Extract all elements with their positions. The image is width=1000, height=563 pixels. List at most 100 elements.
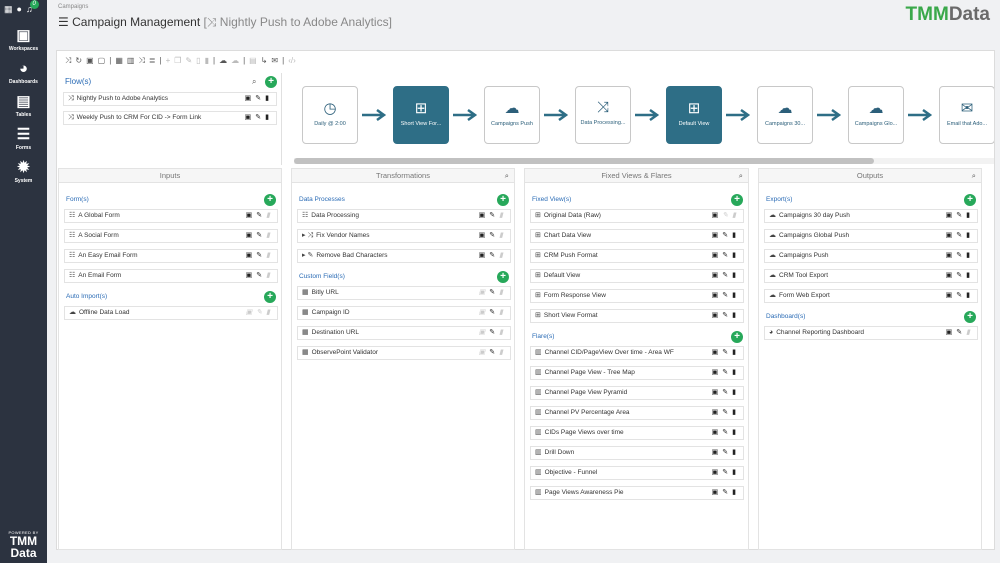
file-icon[interactable]: ▯: [196, 56, 200, 66]
row-actions[interactable]: ▣✎▮: [246, 230, 274, 242]
add-custom-field-button[interactable]: +: [497, 271, 509, 283]
flare-item[interactable]: ▥ Channel CID/PageView Over time - Area W…: [530, 346, 744, 360]
comments-icon[interactable]: ✉: [271, 56, 278, 66]
search-icon[interactable]: ⌕: [505, 169, 509, 183]
row-actions[interactable]: ▣✎▮: [946, 250, 974, 262]
flow-node[interactable]: ☁ Campaigns Glo...: [848, 86, 904, 144]
save-icon[interactable]: ▣: [86, 56, 94, 66]
search-icon[interactable]: ⌕: [252, 77, 256, 87]
flow-node[interactable]: ⤨ Data Processing...: [575, 86, 631, 144]
data-process-item[interactable]: ▸ ✎ Remove Bad Characters ▣✎▮: [297, 249, 511, 263]
data-process-item[interactable]: ☷ Data Processing ▣✎▮: [297, 209, 511, 223]
row-actions[interactable]: ▣✎▮: [479, 307, 507, 319]
flow-node[interactable]: ☁ Campaigns 30...: [757, 86, 813, 144]
row-actions[interactable]: ▣✎▮: [246, 270, 274, 282]
row-actions[interactable]: ▣✎▮: [712, 387, 740, 399]
shuffle-icon[interactable]: ⤨: [65, 56, 71, 66]
export-item[interactable]: ☁ Campaigns Global Push ▣✎▮: [764, 229, 978, 243]
fixed-view-item[interactable]: ⊞ Original Data (Raw) ▣✎▮: [530, 209, 744, 223]
fixed-view-item[interactable]: ⊞ Chart Data View ▣✎▮: [530, 229, 744, 243]
fixed-view-item[interactable]: ⊞ Short View Format ▣✎▮: [530, 309, 744, 323]
row-actions[interactable]: ▣✎▮: [712, 230, 740, 242]
flow-node[interactable]: ☁ Campaigns Push: [484, 86, 540, 144]
nav-forms[interactable]: ☰ Forms: [0, 126, 47, 151]
refresh-icon[interactable]: ↻: [75, 56, 82, 66]
row-actions[interactable]: ▣✎▮: [712, 210, 740, 222]
breadcrumb[interactable]: Campaigns: [58, 4, 88, 10]
row-actions[interactable]: ▣✎▮: [245, 112, 273, 124]
flow-item[interactable]: ⤨ Weekly Push to CRM For CID -> Form Link…: [63, 111, 277, 125]
list-icon[interactable]: ≣: [149, 56, 156, 66]
calculator-icon[interactable]: ▤: [249, 56, 257, 66]
row-actions[interactable]: ▣✎▮: [479, 287, 507, 299]
row-actions[interactable]: ▣✎▮: [712, 487, 740, 499]
nav-workspaces[interactable]: ▣ Workspaces: [0, 27, 47, 52]
trash-icon[interactable]: ▮: [205, 56, 209, 66]
level-icon[interactable]: ↳: [261, 56, 268, 66]
row-actions[interactable]: ▣✎▮: [712, 290, 740, 302]
chart-icon[interactable]: ▥: [127, 56, 135, 66]
fixed-view-item[interactable]: ⊞ Form Response View ▣✎▮: [530, 289, 744, 303]
flow-node[interactable]: ⊞ Short View For...: [393, 86, 449, 144]
row-actions[interactable]: ▣✎▮: [946, 327, 974, 339]
add-form-button[interactable]: +: [264, 194, 276, 206]
user-icon[interactable]: ●: [17, 4, 22, 15]
add-flow-button[interactable]: +: [265, 76, 277, 88]
apps-grid-icon[interactable]: ▦: [4, 4, 13, 15]
flare-item[interactable]: ▥ CIDs Page Views over time ▣✎▮: [530, 426, 744, 440]
edit-icon[interactable]: ✎: [185, 56, 192, 66]
table-icon[interactable]: ▦: [115, 56, 123, 66]
custom-field-item[interactable]: ▦ Campaign ID ▣✎▮: [297, 306, 511, 320]
flare-item[interactable]: ▥ Page Views Awareness Pie ▣✎▮: [530, 486, 744, 500]
add-dashboard-button[interactable]: +: [964, 311, 976, 323]
search-icon[interactable]: ⌕: [972, 169, 976, 183]
form-item[interactable]: ☷ An Easy Email Form ▣✎▮: [64, 249, 278, 263]
row-actions[interactable]: ▣✎▮: [946, 290, 974, 302]
row-actions[interactable]: ▣✎▮: [479, 230, 507, 242]
add-data-process-button[interactable]: +: [497, 194, 509, 206]
flare-item[interactable]: ▥ Channel PV Percentage Area ▣✎▮: [530, 406, 744, 420]
row-actions[interactable]: ▣✎▮: [246, 307, 274, 319]
row-actions[interactable]: ▣✎▮: [946, 210, 974, 222]
row-actions[interactable]: ▣✎▮: [479, 327, 507, 339]
export-item[interactable]: ☁ CRM Tool Export ▣✎▮: [764, 269, 978, 283]
add-auto-import-button[interactable]: +: [264, 291, 276, 303]
flow-node[interactable]: ◷ Daily @ 2:00: [302, 86, 358, 144]
add-icon[interactable]: +: [166, 56, 171, 66]
row-actions[interactable]: ▣✎▮: [712, 250, 740, 262]
cloud-download-icon[interactable]: ☁: [219, 56, 227, 66]
export-item[interactable]: ☁ Form Web Export ▣✎▮: [764, 289, 978, 303]
add-export-button[interactable]: +: [964, 194, 976, 206]
export-item[interactable]: ☁ Campaigns 30 day Push ▣✎▮: [764, 209, 978, 223]
add-flare-button[interactable]: +: [731, 331, 743, 343]
flare-item[interactable]: ▥ Channel Page View - Tree Map ▣✎▮: [530, 366, 744, 380]
code-icon[interactable]: ‹/›: [288, 56, 296, 66]
flare-item[interactable]: ▥ Drill Down ▣✎▮: [530, 446, 744, 460]
nav-system[interactable]: ✹ System: [0, 159, 47, 184]
custom-field-item[interactable]: ▦ Destination URL ▣✎▮: [297, 326, 511, 340]
row-actions[interactable]: ▣✎▮: [712, 447, 740, 459]
row-actions[interactable]: ▣✎▮: [246, 250, 274, 262]
auto-import-item[interactable]: ☁ Offline Data Load ▣✎▮: [64, 306, 278, 320]
row-actions[interactable]: ▣✎▮: [712, 270, 740, 282]
flow-node[interactable]: ⊞ Default View: [666, 86, 722, 144]
fixed-view-item[interactable]: ⊞ Default View ▣✎▮: [530, 269, 744, 283]
flare-item[interactable]: ▥ Channel Page View Pyramid ▣✎▮: [530, 386, 744, 400]
row-actions[interactable]: ▣✎▮: [712, 310, 740, 322]
copy-icon[interactable]: ❐: [174, 56, 181, 66]
dashboard-item[interactable]: ◕ Channel Reporting Dashboard ▣✎▮: [764, 326, 978, 340]
shuffle-icon[interactable]: ⤨: [138, 56, 144, 66]
add-fixed-view-button[interactable]: +: [731, 194, 743, 206]
row-actions[interactable]: ▣✎▮: [946, 270, 974, 282]
search-icon[interactable]: ⌕: [739, 169, 743, 183]
custom-field-item[interactable]: ▦ ObservePoint Validator ▣✎▮: [297, 346, 511, 360]
custom-field-item[interactable]: ▦ Bitly URL ▣✎▮: [297, 286, 511, 300]
nav-dashboards[interactable]: ◕ Dashboards: [0, 60, 47, 85]
menu-icon[interactable]: ☰: [58, 15, 69, 29]
row-actions[interactable]: ▣✎▮: [712, 407, 740, 419]
form-item[interactable]: ☷ A Global Form ▣✎▮: [64, 209, 278, 223]
form-item[interactable]: ☷ An Email Form ▣✎▮: [64, 269, 278, 283]
flare-item[interactable]: ▥ Objective - Funnel ▣✎▮: [530, 466, 744, 480]
flow-node[interactable]: ✉ Email that Ado...: [939, 86, 994, 144]
row-actions[interactable]: ▣✎▮: [712, 347, 740, 359]
